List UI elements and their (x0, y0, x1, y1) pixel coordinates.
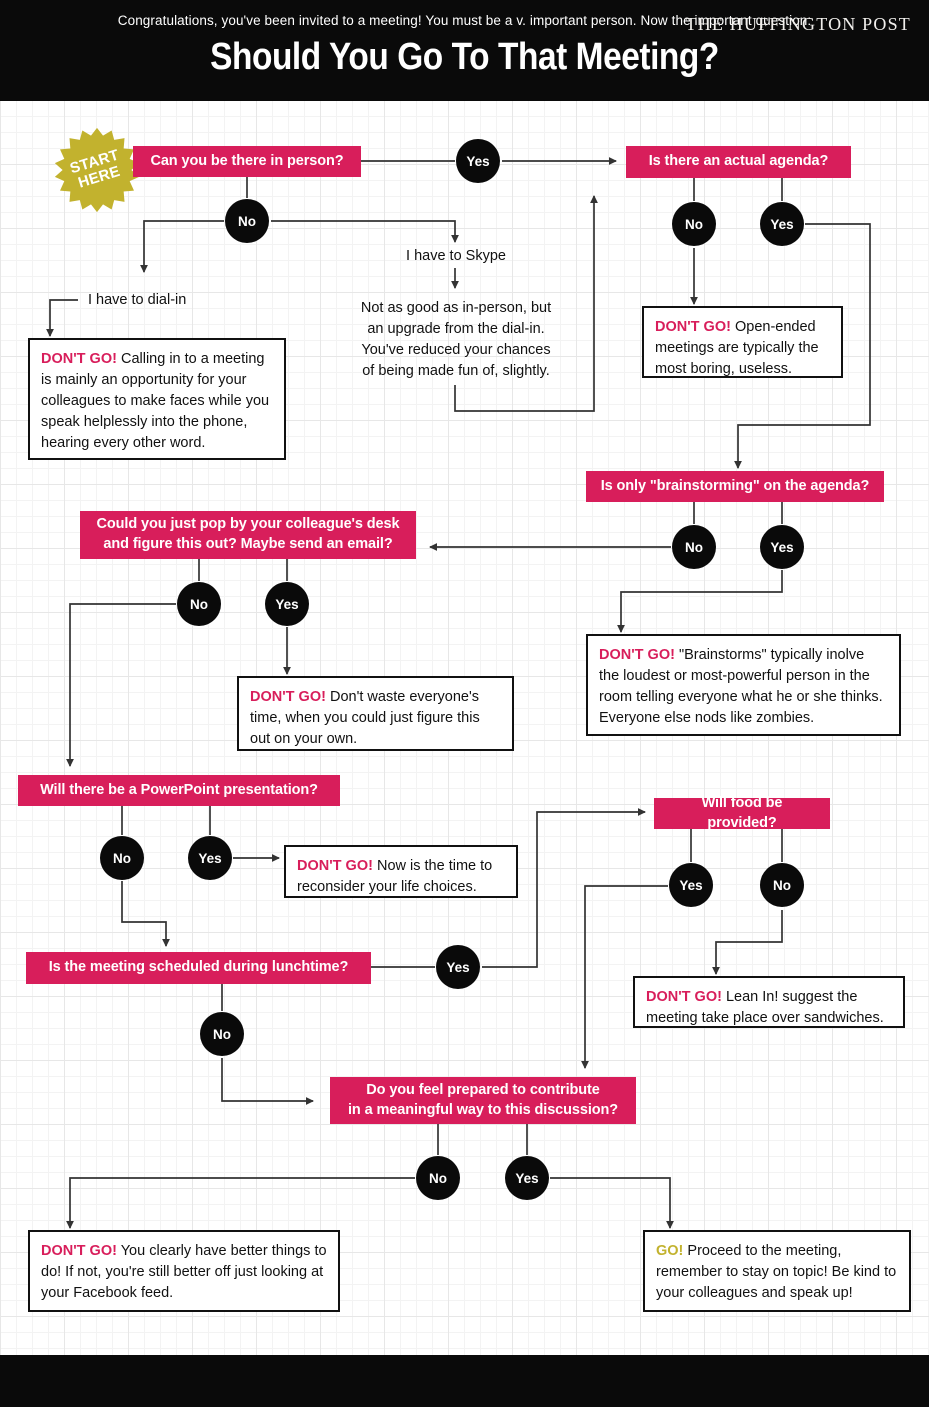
node-in-person-no[interactable]: No (225, 199, 269, 243)
label-skype-note-line1: Not as good as in-person, but (360, 300, 552, 316)
outcome-not-prepared-tag: DON'T GO! (41, 1243, 117, 1259)
outcome-go-text: Proceed to the meeting, remember to stay… (656, 1243, 897, 1301)
question-food[interactable]: Will food be provided? (654, 795, 830, 831)
page-title: Should You Go To That Meeting? (210, 36, 719, 78)
node-food-no[interactable]: No (760, 863, 804, 907)
node-brainstorm-no[interactable]: No (672, 525, 716, 569)
outcome-no-food: DON'T GO! Lean In! suggest the meeting t… (633, 976, 905, 1028)
node-powerpoint-no[interactable]: No (100, 836, 144, 880)
infographic-page: Congratulations, you've been invited to … (0, 0, 929, 1407)
question-prepared-line2: in a meaningful way to this discussion? (347, 1101, 619, 1118)
label-skype-note-line2: an upgrade from the dial-in. (367, 320, 545, 337)
node-prepared-yes[interactable]: Yes (505, 1156, 549, 1200)
outcome-powerpoint: DON'T GO! Now is the time to reconsider … (284, 845, 518, 898)
node-desk-yes[interactable]: Yes (265, 582, 309, 626)
question-colleague-desk[interactable]: Could you just pop by your colleague's d… (80, 511, 416, 559)
question-lunchtime[interactable]: Is the meeting scheduled during lunchtim… (26, 952, 371, 984)
question-prepared[interactable]: Do you feel prepared to contribute in a … (330, 1077, 636, 1124)
question-agenda[interactable]: Is there an actual agenda? (626, 146, 851, 178)
outcome-no-food-tag: DON'T GO! (646, 989, 722, 1005)
node-desk-no[interactable]: No (177, 582, 221, 626)
outcome-go: GO! Proceed to the meeting, remember to … (643, 1230, 911, 1312)
outcome-no-agenda: DON'T GO! Open-ended meetings are typica… (642, 306, 843, 378)
node-brainstorm-yes[interactable]: Yes (760, 525, 804, 569)
outcome-no-agenda-tag: DON'T GO! (655, 319, 731, 335)
footer-bar (0, 1355, 929, 1407)
node-food-yes[interactable]: Yes (669, 863, 713, 907)
question-powerpoint[interactable]: Will there be a PowerPoint presentation? (18, 775, 340, 806)
outcome-not-prepared: DON'T GO! You clearly have better things… (28, 1230, 340, 1312)
question-brainstorming[interactable]: Is only "brainstorming" on the agenda? (586, 471, 884, 502)
label-skype-note-line4: of being made fun of, slightly. (362, 362, 550, 379)
outcome-desk: DON'T GO! Don't waste everyone's time, w… (237, 676, 514, 751)
label-dial-in: I have to dial-in (88, 292, 187, 308)
label-skype: I have to Skype (406, 248, 506, 264)
label-skype-note: Not as good as in-person, but an upgrade… (340, 298, 572, 382)
label-skype-note-line3: You've reduced your chances (361, 341, 551, 358)
outcome-brainstorm: DON'T GO! "Brainstorms" typically inolve… (586, 634, 901, 736)
node-lunchtime-no[interactable]: No (200, 1012, 244, 1056)
node-in-person-yes[interactable]: Yes (456, 139, 500, 183)
outcome-go-tag: GO! (656, 1243, 684, 1259)
question-prepared-line1: Do you feel prepared to contribute (366, 1081, 600, 1098)
huffington-post-logo: THE HUFFINGTON POST (685, 14, 911, 34)
outcome-dial-in-tag: DON'T GO! (41, 351, 117, 367)
outcome-brainstorm-tag: DON'T GO! (599, 647, 675, 663)
node-prepared-no[interactable]: No (416, 1156, 460, 1200)
outcome-desk-tag: DON'T GO! (250, 689, 326, 705)
outcome-powerpoint-tag: DON'T GO! (297, 858, 373, 874)
question-in-person[interactable]: Can you be there in person? (133, 146, 361, 177)
node-powerpoint-yes[interactable]: Yes (188, 836, 232, 880)
node-lunchtime-yes[interactable]: Yes (436, 945, 480, 989)
node-agenda-no[interactable]: No (672, 202, 716, 246)
question-colleague-desk-line1: Could you just pop by your colleague's d… (96, 516, 400, 533)
question-colleague-desk-line2: and figure this out? Maybe send an email… (103, 536, 393, 552)
outcome-dial-in: DON'T GO! Calling in to a meeting is mai… (28, 338, 286, 460)
node-agenda-yes[interactable]: Yes (760, 202, 804, 246)
